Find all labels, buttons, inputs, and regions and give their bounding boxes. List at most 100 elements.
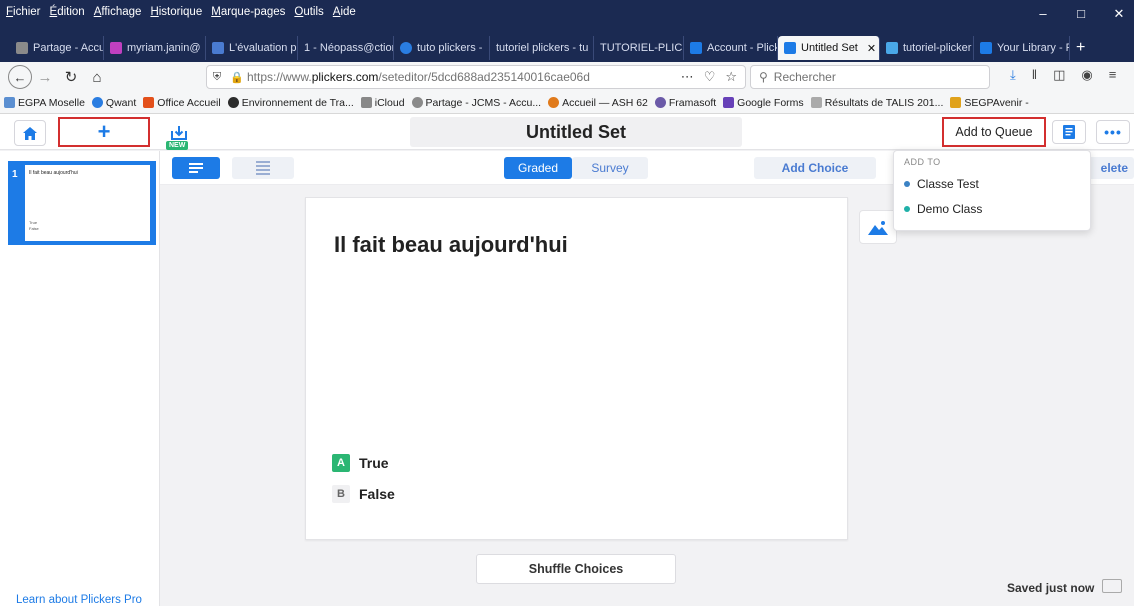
nav-bar: ← → ↻ ⌂ ⛨ 🔒 https://www. plickers.com/set…	[0, 62, 1134, 92]
graded-toggle[interactable]: Graded	[504, 157, 572, 179]
page-actions-icon[interactable]: ⋯	[681, 69, 694, 85]
url-bar[interactable]: ⛨ 🔒 https://www. plickers.com/seteditor/5…	[206, 65, 746, 89]
tab-bar: Partage - Accu myriam.janin@ L'évaluatio…	[0, 34, 1134, 62]
import-button[interactable]: NEW	[166, 120, 192, 150]
tab-tuto-plickers[interactable]: tuto plickers -	[394, 36, 490, 60]
set-title[interactable]: Untitled Set	[410, 117, 742, 147]
menu-edition[interactable]: Édition	[50, 6, 85, 18]
new-question-button[interactable]: +	[58, 117, 150, 147]
home-icon	[23, 126, 37, 140]
tab-your-library[interactable]: Your Library - P	[974, 36, 1070, 60]
queue-class-demo-class[interactable]: Demo Class	[904, 202, 982, 216]
import-icon	[171, 126, 187, 140]
lock-icon[interactable]: 🔒	[227, 71, 247, 84]
bookmark-ash62[interactable]: Accueil — ASH 62	[548, 97, 648, 109]
close-tab-icon[interactable]: ✕	[867, 42, 876, 55]
menu-bar: Fichier Édition Affichage Historique Mar…	[6, 6, 356, 18]
layout-center-button[interactable]	[232, 157, 294, 179]
slide-number: 1	[12, 169, 18, 180]
new-tab-button[interactable]: +	[1076, 39, 1085, 57]
image-icon	[868, 220, 888, 235]
qwant-icon	[91, 97, 103, 108]
sidebar-icon[interactable]: ◫	[1053, 67, 1065, 83]
tab-tutoriel-plicker-caps[interactable]: TUTORIEL-PLICKER	[594, 36, 684, 60]
tab-untitled-set[interactable]: Untitled Set ✕	[778, 36, 880, 60]
choice-b[interactable]: B False	[332, 485, 395, 503]
pocket-icon[interactable]: ♡	[704, 69, 716, 85]
shuffle-choices-button[interactable]: Shuffle Choices	[476, 554, 676, 584]
bookmark-star-icon[interactable]: ☆	[725, 69, 737, 85]
question-slide: Il fait beau aujourd'hui A True B False	[305, 197, 848, 540]
tab-favicon	[16, 42, 28, 54]
choice-text[interactable]: False	[359, 486, 395, 502]
add-image-button[interactable]	[859, 210, 897, 244]
choice-text[interactable]: True	[359, 455, 389, 471]
tab-tutoriel-plicker[interactable]: tutoriel-plicker	[880, 36, 974, 60]
back-icon[interactable]: ←	[8, 65, 32, 89]
library-icon[interactable]: ‖	[1032, 67, 1037, 83]
choice-letter-correct[interactable]: A	[332, 454, 350, 472]
tab-favicon	[886, 42, 898, 54]
tab-account[interactable]: Account - Plick	[684, 36, 778, 60]
tab-partage[interactable]: Partage - Accu	[10, 36, 104, 60]
forms-icon	[723, 97, 735, 108]
forward-icon[interactable]: →	[32, 64, 58, 90]
keyboard-icon[interactable]	[1102, 579, 1122, 593]
pencil-icon	[950, 97, 962, 108]
url-actions: ⋯ ♡ ☆	[681, 69, 745, 85]
menu-outils[interactable]: Outils	[294, 6, 323, 18]
thumbnail-choice: True	[29, 220, 38, 225]
bookmark-segpavenir[interactable]: SEGPAvenir -	[950, 97, 1029, 109]
layout-left-button[interactable]	[172, 157, 220, 179]
bookmark-icloud[interactable]: iCloud	[360, 97, 405, 109]
slide-sidebar: 1 Il fait beau aujourd'hui True False Le…	[0, 151, 160, 606]
survey-toggle[interactable]: Survey	[572, 157, 648, 179]
shield-icon[interactable]: ⛨	[207, 71, 227, 84]
plickers-app: + NEW Untitled Set Add to Queue ••• 1 Il…	[0, 114, 1134, 606]
bookmark-google-forms[interactable]: Google Forms	[723, 97, 804, 109]
url-prefix: https://www.	[247, 70, 312, 84]
choice-letter[interactable]: B	[332, 485, 350, 503]
menu-fichier[interactable]: Fichier	[6, 6, 41, 18]
account-icon[interactable]: ◉	[1081, 67, 1092, 83]
restore-icon[interactable]: □	[1074, 6, 1088, 22]
learn-plickers-pro-link[interactable]: Learn about Plickers Pro	[16, 594, 142, 606]
bookmark-environnement[interactable]: Environnement de Tra...	[227, 97, 354, 109]
close-window-icon[interactable]: ✕	[1112, 6, 1126, 22]
bookmark-egpa[interactable]: EGPA Moselle	[4, 97, 85, 109]
search-input[interactable]: ⚲ Rechercher	[750, 65, 990, 89]
reload-icon[interactable]: ↻	[58, 64, 84, 90]
minimize-icon[interactable]: –	[1036, 6, 1050, 22]
tab-neopass[interactable]: 1 - Néopass@ction	[298, 36, 394, 60]
office-icon	[143, 97, 155, 108]
bookmark-qwant[interactable]: Qwant	[91, 97, 136, 109]
choice-a[interactable]: A True	[332, 454, 389, 472]
more-options-button[interactable]: •••	[1096, 120, 1130, 144]
thumbnail-question: Il fait beau aujourd'hui	[29, 170, 78, 176]
hamburger-menu-icon[interactable]: ≡	[1109, 67, 1117, 83]
question-text[interactable]: Il fait beau aujourd'hui	[334, 232, 568, 258]
home-button[interactable]	[14, 120, 46, 146]
menu-historique[interactable]: Historique	[150, 6, 202, 18]
tab-evaluation[interactable]: L'évaluation pa	[206, 36, 298, 60]
queue-class-classe-test[interactable]: Classe Test	[904, 177, 979, 191]
download-icon[interactable]: ⤓	[1010, 67, 1016, 83]
tab-tutoriel-plickers[interactable]: tutoriel plickers - tu	[490, 36, 594, 60]
bookmark-icon	[227, 97, 239, 108]
bookmark-talis[interactable]: Résultats de TALIS 201...	[810, 97, 943, 109]
menu-affichage[interactable]: Affichage	[94, 6, 142, 18]
new-badge: NEW	[166, 141, 189, 150]
bookmark-icon	[810, 97, 822, 108]
menu-aide[interactable]: Aide	[333, 6, 356, 18]
slide-thumbnail[interactable]: 1 Il fait beau aujourd'hui True False	[8, 161, 156, 245]
bookmark-partage-jcms[interactable]: Partage - JCMS - Accu...	[411, 97, 541, 109]
bookmark-framasoft[interactable]: Framasoft	[654, 97, 716, 109]
tab-mail[interactable]: myriam.janin@	[104, 36, 206, 60]
bookmark-office[interactable]: Office Accueil	[143, 97, 221, 109]
set-report-button[interactable]	[1052, 120, 1086, 144]
add-choice-button[interactable]: Add Choice	[754, 157, 876, 179]
add-to-queue-button[interactable]: Add to Queue	[942, 117, 1046, 147]
home-icon[interactable]: ⌂	[84, 64, 110, 90]
menu-marque-pages[interactable]: Marque-pages	[211, 6, 285, 18]
thumbnail-choice: False	[29, 226, 39, 231]
